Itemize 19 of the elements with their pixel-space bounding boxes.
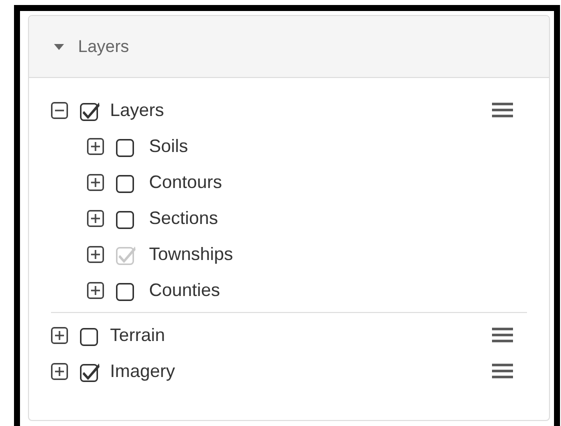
layer-label[interactable]: Soils	[149, 136, 188, 156]
expand-icon[interactable]	[87, 282, 104, 298]
collapse-icon[interactable]	[51, 102, 68, 118]
panel-title: Layers	[78, 36, 130, 56]
layer-label[interactable]: Layers	[110, 100, 164, 120]
layer-label[interactable]: Sections	[149, 208, 218, 228]
layer-label[interactable]: Terrain	[110, 324, 166, 346]
expand-icon[interactable]	[87, 174, 104, 190]
layer-label[interactable]: Contours	[149, 172, 222, 192]
expand-icon[interactable]	[51, 326, 68, 344]
menu-icon[interactable]	[492, 363, 513, 379]
menu-icon[interactable]	[492, 327, 513, 343]
layer-label[interactable]: Counties	[149, 280, 220, 300]
expand-icon[interactable]	[87, 210, 104, 226]
menu-icon[interactable]	[492, 102, 513, 118]
expand-icon[interactable]	[51, 362, 68, 380]
expand-icon[interactable]	[87, 138, 104, 154]
panel-header[interactable]: Layers	[29, 16, 549, 78]
layer-label[interactable]: Imagery	[110, 360, 176, 382]
